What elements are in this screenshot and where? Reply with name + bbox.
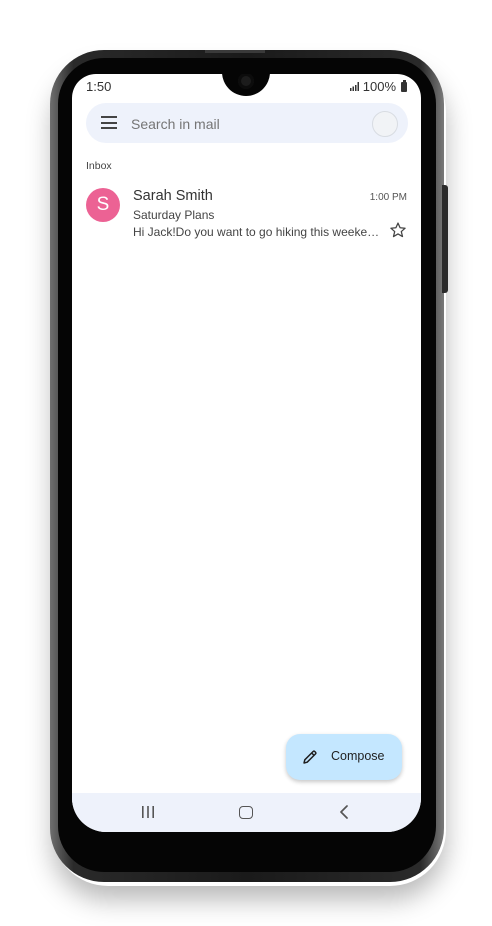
status-icons: 100% [349,79,407,94]
search-input[interactable] [129,103,363,145]
navigation-bar [72,793,421,832]
signal-icon [349,82,359,91]
star-icon[interactable] [389,221,407,239]
phone-top-seam [205,50,265,53]
sender-avatar[interactable]: S [86,188,120,222]
phone-screen: 1:50 100% Inbox S Sarah Smith 1:00 PM Sa… [72,74,421,832]
status-time: 1:50 [86,79,112,94]
email-subject: Saturday Plans [133,208,215,222]
phone-side-button [442,185,448,293]
compose-label: Compose [331,749,385,763]
email-list-item[interactable]: S Sarah Smith 1:00 PM Saturday Plans Hi … [72,184,421,244]
compose-button[interactable]: Compose [286,734,402,780]
hamburger-menu-icon[interactable] [101,116,117,129]
email-time: 1:00 PM [369,192,407,203]
account-avatar[interactable] [372,111,398,137]
home-icon[interactable] [239,806,253,819]
email-snippet: Hi Jack!Do you want to go hiking this we… [133,225,385,239]
pencil-icon [303,750,317,764]
recent-apps-icon[interactable] [141,806,155,818]
battery-percent: 100% [362,79,396,94]
mailbox-label: Inbox [86,160,112,172]
email-sender: Sarah Smith [133,188,213,204]
battery-icon [401,79,407,92]
back-icon[interactable] [339,805,349,819]
search-bar[interactable] [86,103,408,145]
